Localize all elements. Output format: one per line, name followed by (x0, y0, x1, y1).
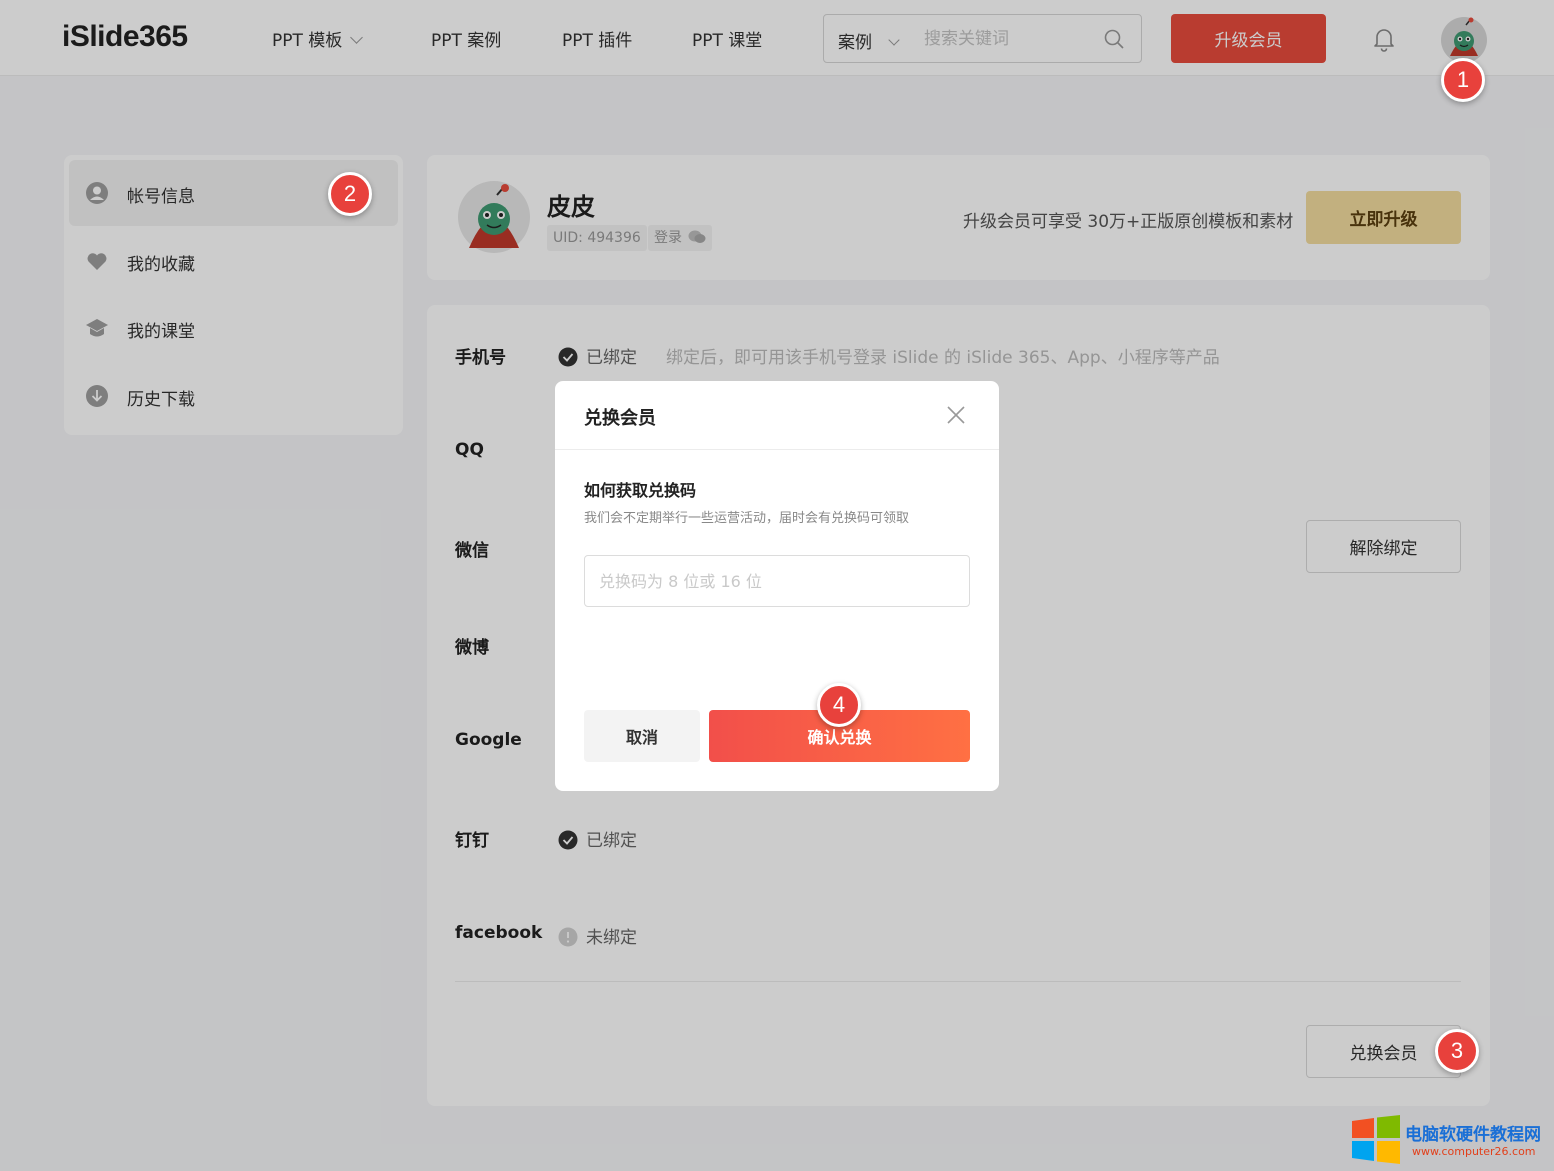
step-marker-1: 1 (1441, 58, 1485, 102)
close-icon[interactable] (947, 406, 965, 424)
step-marker-4: 4 (817, 683, 861, 727)
cancel-button[interactable]: 取消 (584, 710, 700, 762)
redeem-modal: 兑换会员 如何获取兑换码 我们会不定期举行一些运营活动，届时会有兑换码可领取 取… (555, 381, 999, 791)
modal-subtitle: 如何获取兑换码 (584, 481, 697, 500)
divider (555, 449, 999, 450)
modal-hint: 我们会不定期举行一些运营活动，届时会有兑换码可领取 (584, 511, 910, 526)
modal-title: 兑换会员 (584, 408, 656, 429)
step-marker-3: 3 (1435, 1029, 1479, 1073)
step-marker-2: 2 (328, 172, 372, 216)
watermark-title: 电脑软硬件教程网 (1405, 1125, 1541, 1145)
redeem-code-input[interactable] (584, 555, 970, 607)
windows-logo-icon (1352, 1115, 1400, 1164)
watermark: 电脑软硬件教程网 www.computer26.com (1348, 1115, 1554, 1171)
watermark-url: www.computer26.com (1412, 1145, 1536, 1158)
